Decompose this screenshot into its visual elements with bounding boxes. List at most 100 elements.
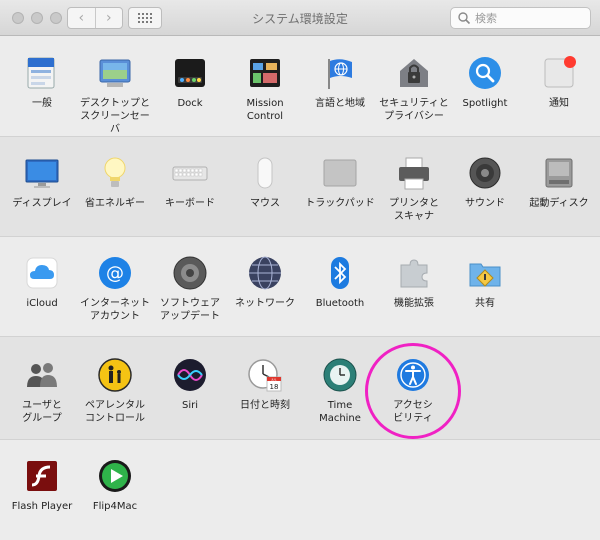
icloud-icon <box>26 257 58 289</box>
pref-label: ユーザと グループ <box>22 400 62 424</box>
pref-label: Flip4Mac <box>92 501 138 512</box>
pref-software-update[interactable]: ソフトウェア アップデート <box>151 255 229 323</box>
pref-bluetooth[interactable]: Bluetooth <box>301 255 379 310</box>
extensions-icon <box>400 259 428 288</box>
zoom-window-button[interactable] <box>50 12 62 24</box>
pref-spotlight[interactable]: Spotlight <box>446 55 524 110</box>
close-window-button[interactable] <box>12 12 24 24</box>
pref-users-groups[interactable]: ユーザと グループ <box>3 357 81 425</box>
pref-extensions[interactable]: 機能拡張 <box>375 255 453 310</box>
time-machine-icon <box>323 358 357 392</box>
forward-button[interactable]: › <box>94 8 123 28</box>
pref-sharing[interactable]: 共有 <box>446 255 524 310</box>
users-groups-icon <box>27 363 57 387</box>
flash-player-icon <box>27 461 57 491</box>
calendar-day: 18 <box>270 383 279 391</box>
pref-time-machine[interactable]: Time Machine <box>301 357 379 425</box>
pref-label: Bluetooth <box>315 298 365 309</box>
pref-parental-controls[interactable]: ペアレンタル コントロール <box>76 357 154 425</box>
pref-label: 言語と地域 <box>315 98 365 109</box>
back-button[interactable]: ‹ <box>68 8 95 28</box>
window-title: システム環境設定 <box>252 12 348 26</box>
pref-label: ディスプレイ <box>12 198 72 209</box>
mouse-icon <box>257 157 273 189</box>
pref-label: サウンド <box>465 198 505 209</box>
pref-label: 省エネルギー <box>85 198 145 209</box>
pref-dock[interactable]: Dock <box>151 55 229 110</box>
pref-label: Siri <box>181 400 198 411</box>
dock-icon <box>175 59 205 87</box>
pref-general[interactable]: 一般 <box>3 55 81 110</box>
pref-icloud[interactable]: iCloud <box>3 255 81 310</box>
pref-label: Spotlight <box>462 98 508 109</box>
sound-icon <box>469 157 501 189</box>
pref-accessibility[interactable]: アクセシ ビリティ <box>374 357 452 425</box>
pref-language-region[interactable]: 言語と地域 <box>301 55 379 110</box>
energy-saver-icon <box>104 157 126 187</box>
search-icon <box>458 12 471 25</box>
language-region-icon <box>328 59 352 89</box>
flip4mac-icon <box>99 460 131 492</box>
pref-mission-control[interactable]: Mission Control <box>226 55 304 123</box>
pref-label: キーボード <box>165 198 215 209</box>
security-privacy-icon <box>400 59 428 87</box>
notifications-icon <box>544 56 576 88</box>
pref-label: セキュリティと プライバシー <box>379 98 449 122</box>
pref-label: 共有 <box>475 298 495 309</box>
spotlight-icon <box>469 57 501 89</box>
sharing-icon <box>469 263 501 287</box>
mission-control-icon <box>250 59 280 87</box>
navigation-group: ‹ › <box>67 7 123 29</box>
pref-desktop-screensaver[interactable]: デスクトップと スクリーンセーバ <box>76 55 154 136</box>
pref-trackpad[interactable]: トラックパッド <box>301 155 379 210</box>
displays-icon <box>25 159 59 188</box>
pref-label: 起動ディスク <box>529 198 589 209</box>
network-icon <box>249 256 281 290</box>
pref-internet-accounts[interactable]: @ インターネット アカウント <box>76 255 154 323</box>
search-field[interactable] <box>450 7 591 29</box>
pref-security-privacy[interactable]: セキュリティと プライバシー <box>375 55 453 123</box>
pref-network[interactable]: ネットワーク <box>226 255 304 310</box>
pref-label: iCloud <box>26 298 58 309</box>
window-titlebar: ‹ › システム環境設定 <box>0 0 600 36</box>
pref-date-time[interactable]: JUL 18 日付と時刻 <box>226 357 304 412</box>
pref-startup-disk[interactable]: 起動ディスク <box>520 155 598 210</box>
chevron-right-icon: › <box>105 10 112 26</box>
printers-scanners-icon <box>399 157 429 190</box>
pref-label: ネットワーク <box>235 298 295 309</box>
pref-label: 日付と時刻 <box>240 400 290 411</box>
pref-label: Mission Control <box>246 98 284 122</box>
minimize-window-button[interactable] <box>31 12 43 24</box>
accessibility-icon <box>397 359 429 391</box>
pref-label: トラックパッド <box>305 198 375 209</box>
siri-icon <box>174 359 206 391</box>
pref-label: 機能拡張 <box>394 298 434 309</box>
pref-notifications[interactable]: 通知 <box>520 55 598 110</box>
pref-siri[interactable]: Siri <box>151 357 229 412</box>
pref-displays[interactable]: ディスプレイ <box>3 155 81 210</box>
pref-sound[interactable]: サウンド <box>446 155 524 210</box>
pref-label: プリンタと スキャナ <box>389 198 439 222</box>
trackpad-icon <box>323 159 357 187</box>
pref-label: ペアレンタル コントロール <box>85 400 145 424</box>
pref-printers-scanners[interactable]: プリンタと スキャナ <box>375 155 453 223</box>
pref-label: インターネット アカウント <box>80 298 150 322</box>
date-time-icon: JUL 18 <box>248 359 282 392</box>
svg-text:@: @ <box>106 263 124 284</box>
pref-flip4mac[interactable]: Flip4Mac <box>76 458 154 513</box>
pref-label: 一般 <box>32 98 52 109</box>
search-input[interactable] <box>475 11 575 25</box>
show-all-button[interactable] <box>128 7 162 29</box>
bluetooth-icon <box>331 257 349 289</box>
pref-mouse[interactable]: マウス <box>226 155 304 210</box>
general-icon <box>27 57 55 89</box>
pref-label: マウス <box>250 198 280 209</box>
chevron-left-icon: ‹ <box>78 10 85 26</box>
pref-energy-saver[interactable]: 省エネルギー <box>76 155 154 210</box>
pref-flash-player[interactable]: Flash Player <box>3 458 81 513</box>
pref-keyboard[interactable]: キーボード <box>151 155 229 210</box>
desktop-screensaver-icon <box>99 59 131 87</box>
pref-label: Dock <box>177 98 203 109</box>
pref-label: 通知 <box>549 98 569 109</box>
pref-label: デスクトップと スクリーンセーバ <box>80 98 150 135</box>
